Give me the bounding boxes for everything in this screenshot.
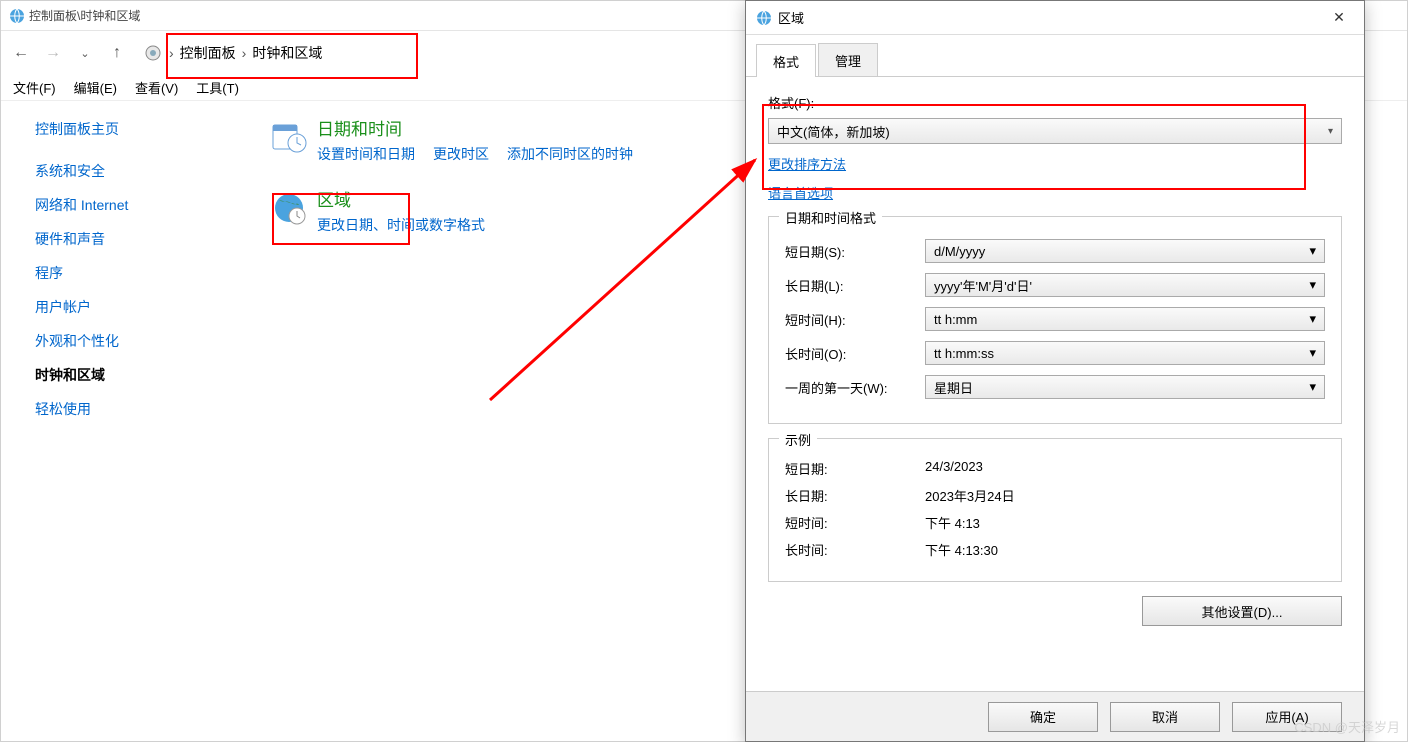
- ex-value-short-time: 下午 4:13: [925, 513, 980, 532]
- link-set-datetime[interactable]: 设置时间和日期: [317, 144, 415, 164]
- forward-button[interactable]: →: [43, 43, 63, 63]
- up-button[interactable]: ↑: [107, 43, 127, 63]
- watermark: CSDN @天泽岁月: [1294, 717, 1400, 736]
- combo-short-time[interactable]: tt h:mm ▾: [925, 307, 1325, 331]
- close-button[interactable]: ✕: [1324, 8, 1354, 28]
- datetime-icon: [261, 115, 317, 157]
- section-datetime-title[interactable]: 日期和时间: [317, 115, 633, 140]
- breadcrumb[interactable]: › 控制面板 › 时钟和区域: [169, 43, 322, 63]
- label-first-day: 一周的第一天(W):: [785, 378, 925, 397]
- tab-admin[interactable]: 管理: [818, 43, 878, 76]
- format-label: 格式(F):: [768, 93, 1342, 112]
- sidebar-item-appearance[interactable]: 外观和个性化: [35, 331, 261, 351]
- ex-value-long-time: 下午 4:13:30: [925, 540, 998, 559]
- link-language-prefs[interactable]: 语言首选项: [768, 186, 833, 201]
- region-icon: [261, 186, 317, 228]
- chevron-right-icon: ›: [242, 45, 247, 61]
- row-first-day: 一周的第一天(W): 星期日 ▾: [785, 375, 1325, 399]
- sidebar-item-system[interactable]: 系统和安全: [35, 161, 261, 181]
- cancel-button[interactable]: 取消: [1110, 702, 1220, 732]
- section-region-title[interactable]: 区域: [317, 186, 485, 211]
- menu-tools[interactable]: 工具(T): [196, 78, 239, 97]
- label-long-time: 长时间(O):: [785, 344, 925, 363]
- combo-short-date[interactable]: d/M/yyyy ▾: [925, 239, 1325, 263]
- label-short-time: 短时间(H):: [785, 310, 925, 329]
- menu-view[interactable]: 查看(V): [135, 78, 178, 97]
- example-group: 示例 短日期:24/3/2023 长日期:2023年3月24日 短时间:下午 4…: [768, 438, 1342, 582]
- ex-label-short-date: 短日期:: [785, 459, 925, 478]
- back-button[interactable]: ←: [11, 43, 31, 63]
- combo-first-day-value: 星期日: [934, 378, 973, 397]
- label-long-date: 长日期(L):: [785, 276, 925, 295]
- dialog-title: 区域: [778, 8, 804, 27]
- link-change-formats[interactable]: 更改日期、时间或数字格式: [317, 215, 485, 235]
- sidebar-item-ease[interactable]: 轻松使用: [35, 399, 261, 419]
- row-long-time: 长时间(O): tt h:mm:ss ▾: [785, 341, 1325, 365]
- sidebar-item-clock-region[interactable]: 时钟和区域: [35, 365, 261, 385]
- tab-formats[interactable]: 格式: [756, 44, 816, 77]
- combo-short-time-value: tt h:mm: [934, 312, 977, 327]
- row-short-date: 短日期(S): d/M/yyyy ▾: [785, 239, 1325, 263]
- globe-icon: [9, 8, 25, 24]
- breadcrumb-root[interactable]: 控制面板: [180, 43, 236, 63]
- ex-value-long-date: 2023年3月24日: [925, 486, 1015, 505]
- region-dialog: 区域 ✕ 格式 管理 格式(F): 中文(简体，新加坡) ▾ 更改排序方法 语言…: [745, 0, 1365, 742]
- format-combo-value: 中文(简体，新加坡): [777, 122, 890, 141]
- link-change-tz[interactable]: 更改时区: [433, 144, 489, 164]
- ok-button[interactable]: 确定: [988, 702, 1098, 732]
- combo-first-day[interactable]: 星期日 ▾: [925, 375, 1325, 399]
- globe-icon: [756, 10, 772, 26]
- sidebar-item-hardware[interactable]: 硬件和声音: [35, 229, 261, 249]
- chevron-down-icon: ▾: [1309, 311, 1316, 327]
- breadcrumb-child[interactable]: 时钟和区域: [252, 43, 322, 63]
- row-short-time: 短时间(H): tt h:mm ▾: [785, 307, 1325, 331]
- ex-value-short-date: 24/3/2023: [925, 459, 983, 478]
- format-combo[interactable]: 中文(简体，新加坡) ▾: [768, 118, 1342, 144]
- combo-long-time-value: tt h:mm:ss: [934, 346, 994, 361]
- sidebar-item-network[interactable]: 网络和 Internet: [35, 195, 261, 215]
- sidebar-header[interactable]: 控制面板主页: [35, 119, 261, 139]
- ex-label-short-time: 短时间:: [785, 513, 925, 532]
- sidebar-item-programs[interactable]: 程序: [35, 263, 261, 283]
- other-settings-button[interactable]: 其他设置(D)...: [1142, 596, 1342, 626]
- ex-label-long-time: 长时间:: [785, 540, 925, 559]
- row-long-date: 长日期(L): yyyy'年'M'月'd'日' ▾: [785, 273, 1325, 297]
- control-panel-icon: [143, 43, 163, 63]
- ex-label-long-date: 长日期:: [785, 486, 925, 505]
- dialog-footer: 确定 取消 应用(A): [746, 691, 1364, 741]
- chevron-down-icon: ▾: [1328, 126, 1333, 137]
- combo-short-date-value: d/M/yyyy: [934, 244, 985, 259]
- menu-file[interactable]: 文件(F): [13, 78, 56, 97]
- chevron-down-icon: ▾: [1309, 277, 1316, 293]
- combo-long-time[interactable]: tt h:mm:ss ▾: [925, 341, 1325, 365]
- window-title: 控制面板\时钟和区域: [29, 7, 140, 24]
- link-add-clocks[interactable]: 添加不同时区的时钟: [507, 144, 633, 164]
- sidebar-item-accounts[interactable]: 用户帐户: [35, 297, 261, 317]
- recent-dropdown[interactable]: ⌄: [75, 43, 95, 63]
- menu-edit[interactable]: 编辑(E): [74, 78, 117, 97]
- label-short-date: 短日期(S):: [785, 242, 925, 261]
- chevron-down-icon: ▾: [1309, 345, 1316, 361]
- combo-long-date-value: yyyy'年'M'月'd'日': [934, 276, 1032, 295]
- example-group-title: 示例: [779, 430, 817, 449]
- chevron-down-icon: ▾: [1309, 243, 1316, 259]
- tabstrip: 格式 管理: [746, 41, 1364, 77]
- link-change-sort[interactable]: 更改排序方法: [768, 157, 846, 172]
- combo-long-date[interactable]: yyyy'年'M'月'd'日' ▾: [925, 273, 1325, 297]
- dialog-titlebar[interactable]: 区域 ✕: [746, 1, 1364, 35]
- sidebar: 控制面板主页 系统和安全 网络和 Internet 硬件和声音 程序 用户帐户 …: [1, 101, 261, 741]
- chevron-right-icon: ›: [169, 45, 174, 61]
- format-group: 日期和时间格式 短日期(S): d/M/yyyy ▾ 长日期(L): yyyy'…: [768, 216, 1342, 424]
- dialog-body: 格式(F): 中文(简体，新加坡) ▾ 更改排序方法 语言首选项 日期和时间格式…: [746, 77, 1364, 626]
- format-group-title: 日期和时间格式: [779, 208, 882, 227]
- chevron-down-icon: ▾: [1309, 379, 1316, 395]
